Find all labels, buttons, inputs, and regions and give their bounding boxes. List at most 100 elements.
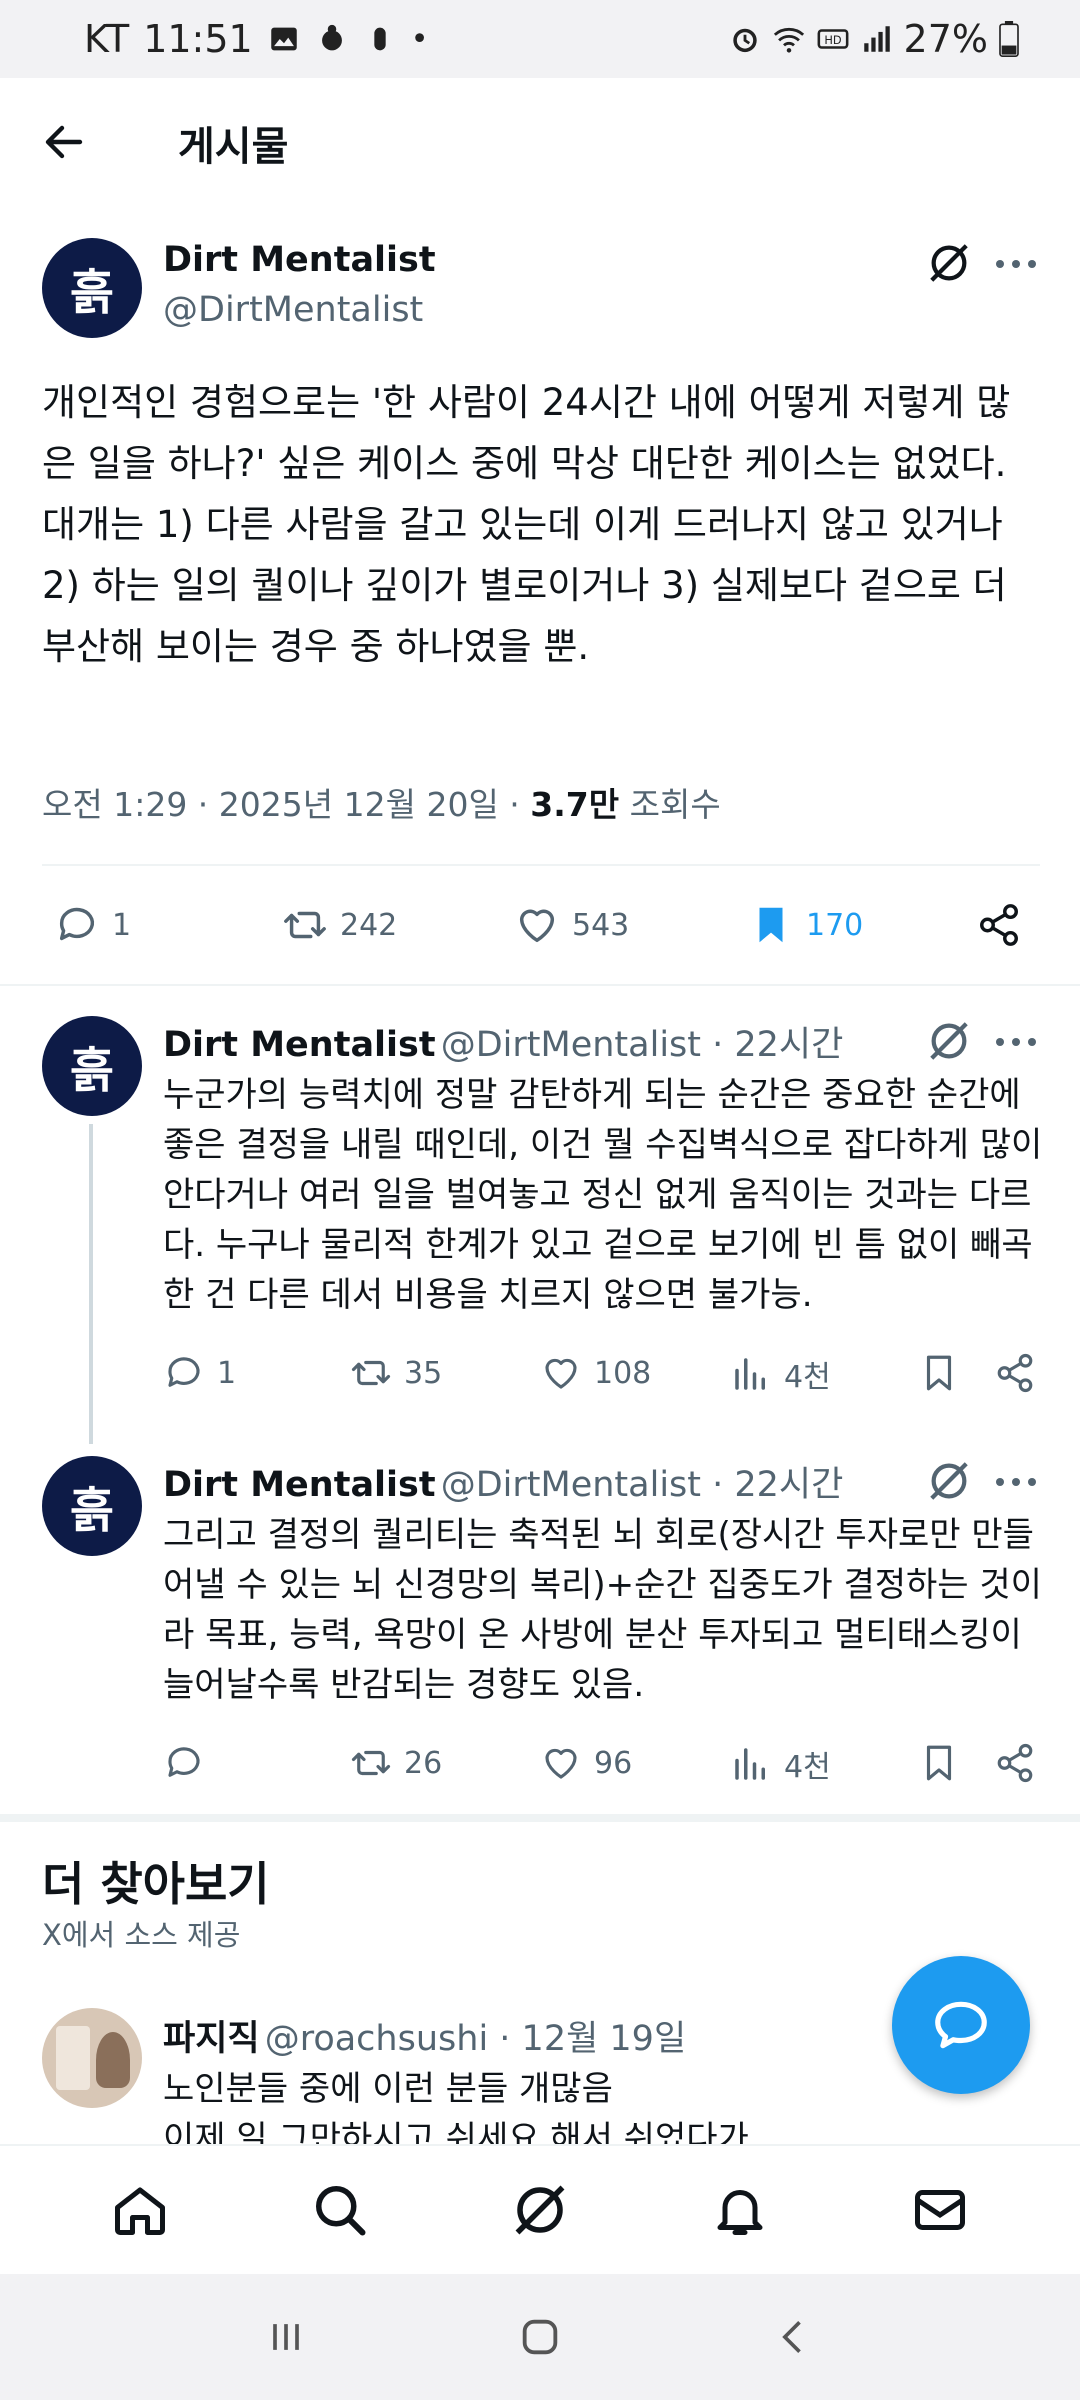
heart-icon: [545, 1748, 577, 1779]
bookmark-button[interactable]: [918, 1742, 960, 1784]
bookmark-button[interactable]: [918, 1352, 960, 1394]
repost-count: 35: [404, 1355, 443, 1391]
like-button[interactable]: 96: [540, 1742, 632, 1784]
avatar[interactable]: 흙: [42, 1456, 142, 1556]
notifications-bell-icon[interactable]: [710, 2180, 770, 2240]
more-options-icon[interactable]: [994, 1476, 1038, 1488]
search-icon[interactable]: [310, 2180, 370, 2240]
reply-icon: [59, 907, 95, 941]
reply-author-name[interactable]: Dirt Mentalist: [163, 1465, 436, 1505]
reply-count: 1: [112, 907, 132, 943]
heart-icon: [545, 1358, 577, 1389]
discover-item-header: 파지직 @roachsushi · 12월 19일: [163, 2010, 686, 2061]
reply-author-name[interactable]: Dirt Mentalist: [163, 1025, 436, 1065]
post-text: 개인적인 경험으로는 '한 사람이 24시간 내에 어떻게 저렇게 많은 일을 …: [42, 381, 1011, 668]
hd-voice-icon: HD: [817, 29, 848, 49]
post-meta: 오전 1:29 · 2025년 12월 20일 · 3.7만 조회수: [42, 778, 721, 826]
bookmark-count: 170: [806, 907, 864, 943]
discover-line: 이제 일 그만하시고 쉬세요 해서 쉬었다가: [163, 2119, 749, 2144]
recent-apps-icon[interactable]: [264, 2315, 308, 2359]
like-button[interactable]: 543: [514, 902, 629, 948]
avatar[interactable]: [42, 2008, 142, 2108]
reply-author-handle[interactable]: @DirtMentalist · 22시간: [441, 1465, 844, 1505]
reply-icon: [168, 1747, 200, 1777]
avatar[interactable]: 흙: [42, 238, 142, 338]
like-count: 543: [572, 907, 630, 943]
status-bar: KT 11:51 • HD 27%: [0, 0, 1080, 78]
author-name-text[interactable]: Dirt Mentalist: [163, 240, 436, 280]
bookmark-filled-icon: [759, 907, 783, 943]
battery-icon: [999, 21, 1019, 57]
repost-count: 26: [404, 1745, 443, 1781]
like-button[interactable]: 108: [540, 1352, 651, 1394]
more-options-icon[interactable]: [994, 1036, 1038, 1048]
svg-text:HD: HD: [824, 33, 842, 47]
reply-text: 그리고 결정의 퀄리티는 축적된 뇌 회로(장시간 투자로만 만들어낼 수 있는…: [163, 1515, 1042, 1705]
author-handle[interactable]: @DirtMentalist: [163, 290, 423, 330]
share-button[interactable]: [976, 902, 1022, 948]
grok-icon[interactable]: [510, 2180, 570, 2240]
like-count: 96: [594, 1745, 633, 1781]
home-button-icon[interactable]: [517, 2314, 563, 2360]
back-button-icon[interactable]: [772, 2315, 816, 2359]
mic-notification-icon: [374, 27, 386, 51]
discover-author-handle[interactable]: @roachsushi · 12월 19일: [265, 2019, 686, 2059]
chat-bubble-icon: [935, 2001, 987, 2049]
repost-button[interactable]: 242: [282, 902, 397, 948]
repost-icon: [351, 1750, 391, 1776]
share-icon: [997, 1743, 1033, 1783]
repost-icon: [284, 911, 326, 939]
discover-author-name[interactable]: 파지직: [163, 2019, 260, 2059]
system-navigation-bar: [0, 2274, 1080, 2400]
share-button[interactable]: [994, 1742, 1036, 1784]
share-button[interactable]: [994, 1352, 1036, 1394]
avatar[interactable]: 흙: [42, 1016, 142, 1116]
repost-icon: [351, 1360, 391, 1386]
analytics-icon: [735, 1358, 765, 1390]
reply-author-handle[interactable]: @DirtMentalist · 22시간: [441, 1025, 844, 1065]
more-notifications-dot: •: [410, 21, 429, 57]
messages-envelope-icon[interactable]: [910, 2180, 970, 2240]
bookmark-button[interactable]: 170: [748, 902, 863, 948]
views-button[interactable]: 4천: [730, 1742, 831, 1786]
repost-count: 242: [340, 907, 398, 943]
analytics-icon: [735, 1748, 765, 1780]
gallery-icon: [270, 27, 297, 51]
repost-button[interactable]: 35: [350, 1352, 442, 1394]
more-options-icon[interactable]: [994, 258, 1038, 270]
compose-button[interactable]: [892, 1956, 1030, 2094]
author-name[interactable]: Dirt Mentalist: [163, 240, 436, 280]
divider: [0, 984, 1080, 986]
back-arrow-icon[interactable]: [40, 118, 88, 166]
views-count: 4천: [784, 1750, 831, 1785]
reply-icon: [168, 1357, 200, 1387]
share-icon: [997, 1353, 1033, 1393]
views-label: 조회수: [619, 785, 721, 824]
reply-button[interactable]: 1: [163, 1352, 236, 1394]
section-title: 더 찾아보기: [42, 1857, 270, 1911]
reply-button[interactable]: [163, 1742, 217, 1784]
app-notification-icon: [321, 24, 342, 51]
heart-icon: [519, 909, 555, 943]
views-button[interactable]: 4천: [730, 1352, 831, 1396]
signal-icon: [863, 26, 890, 52]
home-icon[interactable]: [110, 2180, 170, 2240]
battery-level: 27%: [903, 17, 988, 61]
repost-button[interactable]: 26: [350, 1742, 442, 1784]
grok-icon[interactable]: [926, 1018, 972, 1064]
section-separator: [0, 1814, 1080, 1822]
views-count[interactable]: 3.7만: [530, 785, 619, 824]
reply-button[interactable]: 1: [54, 902, 131, 948]
grok-icon[interactable]: [926, 240, 972, 286]
alarm-icon: [732, 28, 757, 53]
grok-icon[interactable]: [926, 1458, 972, 1504]
thread-line: [89, 1124, 93, 1444]
reply-header: Dirt Mentalist @DirtMentalist · 22시간: [163, 1016, 843, 1067]
bookmark-icon: [926, 1745, 952, 1781]
author-handle-text[interactable]: @DirtMentalist: [163, 290, 423, 330]
like-count: 108: [594, 1355, 652, 1391]
post-timestamp[interactable]: 오전 1:29 · 2025년 12월 20일 ·: [42, 785, 530, 824]
views-count: 4천: [784, 1360, 831, 1395]
discover-item-text: 노인분들 중에 이런 분들 개많음 이제 일 그만하시고 쉬세요 해서 쉬었다가: [163, 2064, 1043, 2144]
clock: 11:51: [143, 17, 253, 61]
